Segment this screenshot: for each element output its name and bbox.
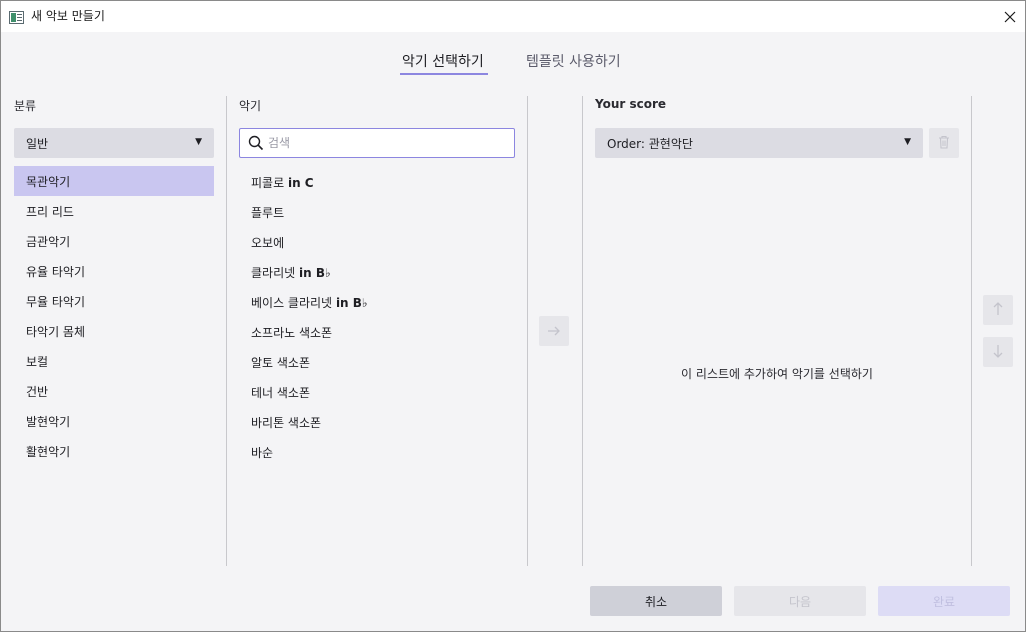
instrument-item-bass-clarinet[interactable]: 베이스 클라리넷 in B♭ xyxy=(251,294,368,311)
instrument-name: 바리톤 색소폰 xyxy=(251,416,322,430)
category-item-label: 목관악기 xyxy=(26,174,71,189)
instrument-name: 클라리넷 xyxy=(251,266,296,280)
instrument-name: 피콜로 xyxy=(251,176,285,190)
instrument-name: 소프라노 색소폰 xyxy=(251,326,333,340)
tab-choose-instruments[interactable]: 악기 선택하기 xyxy=(402,51,484,71)
delete-instrument-button[interactable] xyxy=(929,128,959,158)
arrow-down-icon xyxy=(992,343,1004,362)
category-item-label: 프리 리드 xyxy=(26,204,74,219)
category-item-bowed-strings[interactable]: 활현악기 xyxy=(14,436,214,466)
title-bar: 새 악보 만들기 xyxy=(1,1,1025,32)
category-item-label: 건반 xyxy=(26,384,49,399)
category-group-value: 일반 xyxy=(26,136,49,151)
search-input[interactable] xyxy=(268,133,504,153)
instrument-item-clarinet[interactable]: 클라리넷 in B♭ xyxy=(251,264,331,281)
column-divider xyxy=(226,96,227,566)
category-item-brass[interactable]: 금관악기 xyxy=(14,226,214,256)
search-field[interactable] xyxy=(239,128,515,158)
tab-use-template[interactable]: 템플릿 사용하기 xyxy=(526,51,621,71)
category-item-percussion-body[interactable]: 타악기 몸체 xyxy=(14,316,214,346)
new-score-dialog: 새 악보 만들기 악기 선택하기 템플릿 사용하기 분류 일반 ▼ 목관악기 프… xyxy=(0,0,1026,632)
category-item-woodwinds[interactable]: 목관악기 xyxy=(14,166,214,196)
category-item-keyboards[interactable]: 건반 xyxy=(14,376,214,406)
column-divider xyxy=(527,96,528,566)
instrument-name: 플루트 xyxy=(251,206,285,220)
instrument-item-oboe[interactable]: 오보에 xyxy=(251,234,284,251)
score-heading: Your score xyxy=(595,97,667,111)
done-button[interactable]: 완료 xyxy=(878,586,1010,616)
instrument-name: 오보에 xyxy=(251,236,285,250)
instrument-transposition: in B♭ xyxy=(335,296,368,310)
category-item-plucked-strings[interactable]: 발현악기 xyxy=(14,406,214,436)
empty-score-message: 이 리스트에 추가하여 악기를 선택하기 xyxy=(681,367,873,381)
instrument-item-tenor-saxophone[interactable]: 테너 색소폰 xyxy=(251,384,310,401)
column-divider xyxy=(582,96,583,566)
instrument-name: 테너 색소폰 xyxy=(251,386,311,400)
instrument-name: 베이스 클라리넷 xyxy=(251,296,333,310)
column-divider xyxy=(971,96,972,566)
category-item-label: 타악기 몸체 xyxy=(26,324,86,339)
window-title: 새 악보 만들기 xyxy=(31,9,105,23)
instrument-item-soprano-saxophone[interactable]: 소프라노 색소폰 xyxy=(251,324,332,341)
category-item-label: 무율 타악기 xyxy=(26,294,86,309)
move-up-button[interactable] xyxy=(983,295,1013,325)
category-item-pitched-percussion[interactable]: 유율 타악기 xyxy=(14,256,214,286)
instruments-heading: 악기 xyxy=(239,99,262,113)
move-down-button[interactable] xyxy=(983,337,1013,367)
arrow-up-icon xyxy=(992,301,1004,320)
category-heading: 분류 xyxy=(14,99,37,113)
cancel-button[interactable]: 취소 xyxy=(590,586,722,616)
instrument-name: 바순 xyxy=(251,446,274,460)
category-item-unpitched-percussion[interactable]: 무율 타악기 xyxy=(14,286,214,316)
category-group-dropdown[interactable]: 일반 ▼ xyxy=(14,128,214,158)
instrument-item-bassoon[interactable]: 바순 xyxy=(251,444,273,461)
category-item-vocals[interactable]: 보컬 xyxy=(14,346,214,376)
tab-bar: 악기 선택하기 템플릿 사용하기 xyxy=(1,45,1025,77)
instrument-item-alto-saxophone[interactable]: 알토 색소폰 xyxy=(251,354,310,371)
category-item-free-reed[interactable]: 프리 리드 xyxy=(14,196,214,226)
instrument-transposition: in C xyxy=(287,176,314,190)
order-dropdown[interactable]: Order: 관현악단 ▼ xyxy=(595,128,923,158)
category-item-label: 보컬 xyxy=(26,354,49,369)
app-icon xyxy=(9,9,24,24)
close-icon[interactable] xyxy=(995,1,1025,32)
active-tab-indicator xyxy=(400,73,488,75)
add-to-score-button[interactable] xyxy=(539,316,569,346)
category-item-label: 활현악기 xyxy=(26,444,71,459)
category-item-label: 발현악기 xyxy=(26,414,71,429)
search-icon xyxy=(248,135,264,155)
trash-icon xyxy=(938,134,950,153)
category-item-label: 금관악기 xyxy=(26,234,71,249)
chevron-down-icon: ▼ xyxy=(904,137,911,147)
chevron-down-icon: ▼ xyxy=(195,137,202,147)
next-button[interactable]: 다음 xyxy=(734,586,866,616)
instrument-item-piccolo[interactable]: 피콜로 in C xyxy=(251,174,314,191)
instrument-item-baritone-saxophone[interactable]: 바리톤 색소폰 xyxy=(251,414,321,431)
category-item-label: 유율 타악기 xyxy=(26,264,86,279)
instrument-name: 알토 색소폰 xyxy=(251,356,311,370)
instrument-transposition: in B♭ xyxy=(299,266,331,280)
order-value: Order: 관현악단 xyxy=(607,136,693,151)
arrow-right-icon xyxy=(547,322,561,341)
instrument-item-flute[interactable]: 플루트 xyxy=(251,204,284,221)
